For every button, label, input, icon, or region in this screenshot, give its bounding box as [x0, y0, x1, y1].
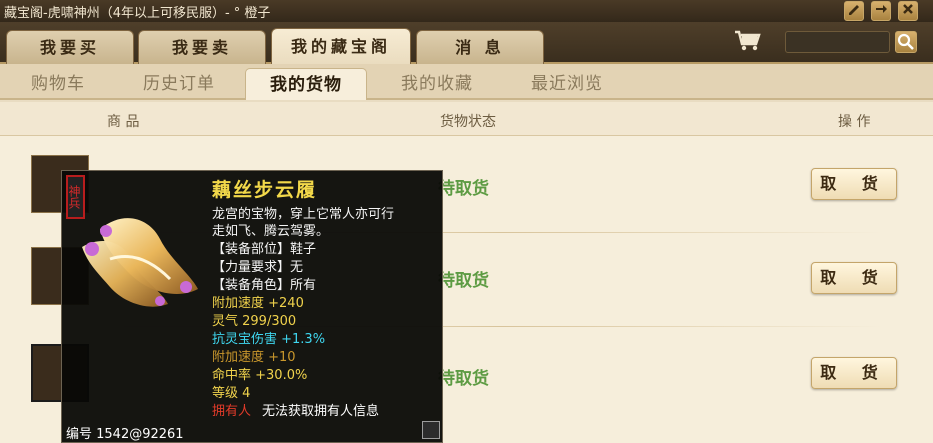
status-text: 待取货 — [438, 369, 489, 389]
resist-stat: 抗灵宝伤害 +1.3% — [212, 332, 326, 347]
arrow-right-icon — [876, 5, 887, 13]
equip-slot: 【装备部位】鞋子 — [212, 242, 317, 257]
subtab-favorites[interactable]: 我的收藏 — [378, 68, 496, 100]
status-text: 待取货 — [438, 179, 489, 199]
spirit: 灵气 299/300 — [212, 314, 297, 329]
col-goods: 商 品 — [107, 114, 140, 130]
tab-sell[interactable]: 我要卖 — [138, 30, 266, 64]
column-header: 商 品 货物状态 操 作 — [0, 102, 933, 136]
hit-rate: 命中率 +30.0% — [212, 368, 308, 383]
item-desc-2: 走如飞、腾云驾雾。 — [212, 224, 330, 239]
tab-my-treasure[interactable]: 我的藏宝阁 — [271, 28, 411, 64]
cart-icon[interactable] — [734, 30, 762, 52]
col-status: 货物状态 — [440, 114, 496, 130]
item-name: 藕丝步云履 — [212, 179, 318, 201]
level: 等级 4 — [212, 386, 251, 401]
item-tooltip: 神兵 藕丝步云履 龙宫的宝物，穿上它常人亦可行 走如飞、腾云驾雾。 【装备部位】… — [61, 170, 443, 443]
window-title: 藏宝阁-虎啸神州（4年以上可移民服）- ° 橙子 — [4, 6, 271, 21]
sub-tab-bar: 购物车 历史订单 我的货物 我的收藏 最近浏览 — [0, 64, 933, 100]
tab-messages[interactable]: 消 息 — [416, 30, 544, 64]
edit-icon — [849, 5, 859, 15]
cloud-boots-image — [82, 218, 198, 307]
close-icon — [903, 4, 913, 14]
bonus-speed-2: 附加速度 +10 — [212, 350, 296, 365]
subtab-history[interactable]: 历史订单 — [120, 68, 238, 100]
search-input[interactable] — [785, 31, 890, 53]
col-action: 操 作 — [838, 114, 871, 130]
owner-value: 无法获取拥有人信息 — [262, 404, 380, 419]
status-text: 待取货 — [438, 271, 489, 291]
subtab-my-goods[interactable]: 我的货物 — [245, 68, 367, 100]
pickup-button[interactable]: 取 货 — [811, 262, 897, 294]
subtab-recent[interactable]: 最近浏览 — [508, 68, 626, 100]
serial-number: 编号 1542@92261 — [66, 427, 184, 442]
edit-button[interactable] — [844, 1, 864, 21]
subtab-cart[interactable]: 购物车 — [10, 68, 106, 100]
title-bar: 藏宝阁-虎啸神州（4年以上可移民服）- ° 橙子 — [0, 0, 933, 22]
minimize-button[interactable] — [871, 1, 891, 21]
search-icon — [897, 33, 914, 50]
search-button[interactable] — [895, 31, 917, 53]
window: 藏宝阁-虎啸神州（4年以上可移民服）- ° 橙子 我要买 我要卖 我的藏宝阁 消… — [0, 0, 933, 443]
strength-req: 【力量要求】无 — [212, 260, 304, 275]
pickup-button[interactable]: 取 货 — [811, 357, 897, 389]
bonus-speed: 附加速度 +240 — [212, 296, 304, 311]
tab-buy[interactable]: 我要买 — [6, 30, 134, 64]
owner-label: 拥有人 — [212, 404, 252, 419]
close-button[interactable] — [898, 1, 918, 21]
equip-role: 【装备角色】所有 — [212, 278, 317, 293]
stamp-icon — [422, 421, 440, 439]
pickup-button[interactable]: 取 货 — [811, 168, 897, 200]
